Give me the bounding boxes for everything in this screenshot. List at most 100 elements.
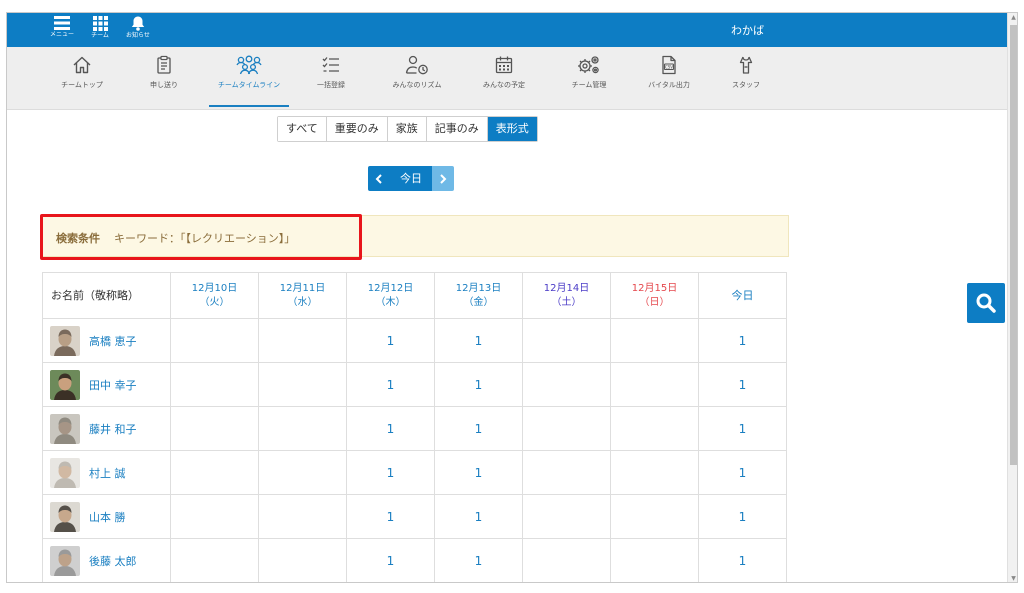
menu-button[interactable]: メニュー	[47, 16, 77, 39]
notice-button[interactable]: お知らせ	[123, 16, 153, 40]
resident-name[interactable]: 山本 勝	[89, 509, 126, 525]
table-header-row: お名前（敬称略） 12月10日 （火） 12月11日 （水） 12月12日 （木） 1…	[42, 272, 787, 319]
nav-team-top[interactable]: チームトップ	[37, 55, 127, 90]
filter-articles[interactable]: 記事のみ	[426, 117, 488, 141]
scroll-up-arrow-icon[interactable]: ▲	[1010, 14, 1017, 22]
count-cell	[610, 450, 699, 495]
bell-icon	[131, 16, 145, 31]
app-window: メニュー チーム お知らせ わかば チームトップ 申し送り チームタイムライン …	[6, 12, 1018, 583]
filter-table-view[interactable]: 表形式	[487, 117, 537, 141]
today-button[interactable]: 今日	[390, 166, 432, 191]
nav-everyone-schedule[interactable]: みんなの予定	[459, 55, 549, 90]
count-cell[interactable]: 1	[346, 362, 435, 407]
count-cell[interactable]: 1	[698, 318, 787, 363]
filter-all[interactable]: すべて	[278, 117, 327, 141]
count-cell[interactable]: 1	[346, 406, 435, 451]
main-nav: チームトップ 申し送り チームタイムライン 一括登録 みんなのリズム みんなの予…	[7, 47, 1007, 110]
resident[interactable]: 高橋 恵子	[50, 325, 170, 356]
count-cell	[610, 538, 699, 582]
resident-name[interactable]: 高橋 恵子	[89, 333, 137, 349]
next-button[interactable]	[432, 166, 454, 191]
count-cell[interactable]: 1	[434, 362, 523, 407]
date-navigation: 今日	[368, 166, 454, 191]
nav-handover[interactable]: 申し送り	[119, 55, 209, 90]
avatar	[50, 325, 80, 356]
count-cell	[170, 406, 259, 451]
count-cell[interactable]: 1	[698, 406, 787, 451]
resident-name[interactable]: 村上 誠	[89, 465, 126, 481]
table-row: 村上 誠111	[42, 450, 787, 495]
nav-team-management[interactable]: チーム管理	[544, 55, 634, 90]
notice-label: お知らせ	[126, 32, 150, 39]
resident[interactable]: 後藤 太郎	[50, 545, 170, 576]
nav-everyone-rhythm[interactable]: みんなのリズム	[372, 55, 462, 90]
search-button[interactable]	[967, 283, 1005, 323]
count-cell[interactable]: 1	[698, 362, 787, 407]
resident-name-cell[interactable]: 村上 誠	[42, 450, 171, 495]
count-cell[interactable]: 1	[698, 494, 787, 539]
filter-family[interactable]: 家族	[387, 117, 427, 141]
search-condition-panel: 検索条件 キーワード：「【レクリエーション】」	[40, 214, 789, 260]
resident[interactable]: 藤井 和子	[50, 413, 170, 444]
scrollbar-thumb[interactable]	[1010, 25, 1017, 465]
avatar	[50, 369, 80, 400]
day-header: 12月11日 （水）	[258, 272, 347, 319]
resident[interactable]: 田中 幸子	[50, 369, 170, 400]
count-cell[interactable]: 1	[434, 406, 523, 451]
prev-button[interactable]	[368, 166, 390, 191]
avatar	[50, 413, 80, 444]
resident-name-cell[interactable]: 山本 勝	[42, 494, 171, 539]
day-header: 12月13日 （金）	[434, 272, 523, 319]
resident-name[interactable]: 後藤 太郎	[89, 553, 137, 569]
scroll-down-arrow-icon[interactable]: ▼	[1010, 575, 1017, 582]
nav-team-timeline[interactable]: チームタイムライン	[204, 55, 294, 90]
count-cell	[258, 450, 347, 495]
resident-name-cell[interactable]: 田中 幸子	[42, 362, 171, 407]
day-dow: （水）	[287, 296, 318, 308]
team-button[interactable]: チーム	[85, 16, 115, 40]
search-icon	[976, 293, 996, 313]
clipboard-icon	[157, 55, 171, 74]
filter-important[interactable]: 重要のみ	[326, 117, 388, 141]
resident-name-cell[interactable]: 高橋 恵子	[42, 318, 171, 363]
count-cell[interactable]: 1	[346, 538, 435, 582]
table-row: 後藤 太郎 1 1 1	[42, 538, 787, 582]
active-tab-indicator	[209, 105, 289, 107]
nav-staff[interactable]: スタッフ	[701, 55, 791, 90]
apron-icon	[739, 56, 753, 74]
resident-name[interactable]: 田中 幸子	[89, 377, 137, 393]
count-cell[interactable]: 1	[346, 450, 435, 495]
nav-label: スタッフ	[732, 81, 760, 89]
count-cell	[258, 538, 347, 582]
count-cell	[522, 318, 611, 363]
count-cell[interactable]: 1	[434, 494, 523, 539]
top-bar: メニュー チーム お知らせ わかば	[7, 13, 1007, 47]
count-cell	[170, 318, 259, 363]
grid-icon	[92, 16, 108, 31]
count-cell	[522, 494, 611, 539]
nav-label: チーム管理	[571, 81, 607, 89]
day-dow: （金）	[463, 296, 494, 308]
day-date: 12月11日	[279, 282, 326, 294]
count-cell[interactable]: 1	[346, 494, 435, 539]
count-cell[interactable]: 1	[698, 538, 787, 582]
resident[interactable]: 村上 誠	[50, 457, 170, 488]
count-cell[interactable]: 1	[698, 450, 787, 495]
day-date: 12月13日	[455, 282, 502, 294]
resident[interactable]: 山本 勝	[50, 501, 170, 532]
count-cell[interactable]: 1	[434, 450, 523, 495]
count-cell[interactable]: 1	[346, 318, 435, 363]
count-cell	[522, 362, 611, 407]
count-cell	[610, 362, 699, 407]
count-cell[interactable]: 1	[434, 538, 523, 582]
resident-name[interactable]: 藤井 和子	[89, 421, 137, 437]
nav-bulk-register[interactable]: 一括登録	[286, 55, 376, 90]
day-header: 12月15日 （日）	[610, 272, 699, 319]
resident-name-cell[interactable]: 藤井 和子	[42, 406, 171, 451]
day-date: 12月12日	[367, 282, 414, 294]
day-dow: （火）	[199, 296, 230, 308]
table-row: 藤井 和子 1 1 1	[42, 406, 787, 451]
vertical-scrollbar[interactable]: ▲ ▼	[1007, 13, 1017, 582]
count-cell[interactable]: 1	[434, 318, 523, 363]
resident-name-cell[interactable]: 後藤 太郎	[42, 538, 171, 582]
